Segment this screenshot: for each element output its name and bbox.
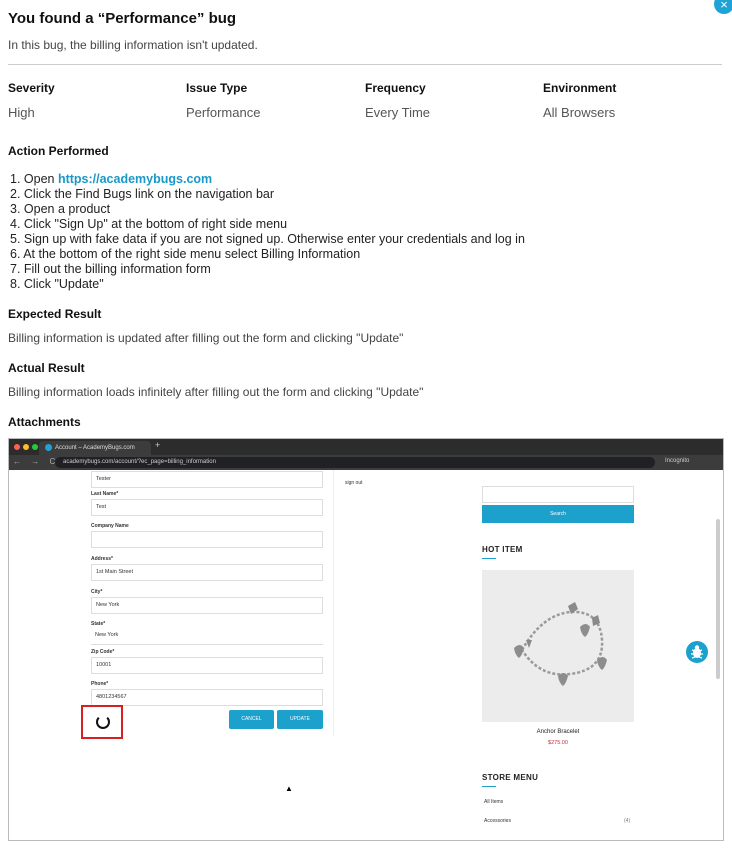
- field-label: Last Name*: [91, 491, 119, 497]
- action-heading: Action Performed: [8, 144, 109, 158]
- hot-item-heading: HOT ITEM: [482, 545, 523, 554]
- meta-label: Frequency: [365, 81, 426, 95]
- meta-issue-type: Issue Type Performance: [186, 81, 356, 120]
- cancel-button: CANCEL: [229, 710, 274, 729]
- bug-report-icon: [686, 641, 708, 663]
- window-close-dot: [14, 444, 20, 450]
- meta-value: High: [8, 105, 35, 120]
- step-item: 2. Click the Find Bugs link on the navig…: [10, 187, 275, 201]
- actual-text: Billing information loads infinitely aft…: [8, 385, 424, 399]
- field-input: 1st Main Street: [91, 564, 323, 581]
- mouse-cursor-icon: ▲: [285, 784, 293, 793]
- academybugs-link[interactable]: https://academybugs.com: [58, 172, 212, 186]
- field-input: New York: [91, 597, 323, 614]
- field-label: State*: [91, 621, 106, 627]
- favicon-icon: [45, 443, 52, 451]
- attachments-heading: Attachments: [8, 415, 81, 429]
- scrollbar: [716, 519, 720, 679]
- attachment-screenshot[interactable]: Account – AcademyBugs.com + ← → C academ…: [8, 438, 724, 841]
- new-tab-icon: +: [155, 440, 161, 450]
- bracelet-image: [482, 570, 634, 722]
- incognito-label: Incognito: [665, 458, 690, 464]
- meta-label: Issue Type: [186, 81, 248, 95]
- expected-text: Billing information is updated after fil…: [8, 331, 404, 345]
- column-divider: [333, 470, 334, 736]
- sign-out-link: sign out: [345, 480, 363, 486]
- close-button[interactable]: ×: [714, 0, 732, 14]
- step-item: 5. Sign up with fake data if you are not…: [10, 232, 525, 246]
- actual-heading: Actual Result: [8, 361, 85, 375]
- close-icon: ×: [720, 0, 728, 12]
- meta-value: Every Time: [365, 105, 431, 120]
- sidebar-search-button: Search: [482, 505, 634, 523]
- field-label: City*: [91, 589, 103, 595]
- store-menu-heading: STORE MENU: [482, 773, 539, 782]
- expected-heading: Expected Result: [8, 307, 102, 321]
- meta-label: Environment: [543, 81, 617, 95]
- product-price: $275.00: [548, 740, 568, 746]
- product-image: [482, 570, 634, 722]
- first-name-input: Tester: [91, 471, 323, 488]
- step-text: 1. Open: [10, 172, 58, 186]
- store-menu-count: (4): [624, 818, 631, 824]
- update-button: UPDATE: [277, 710, 323, 729]
- divider: [8, 64, 722, 65]
- nav-icons: ← → C: [13, 457, 60, 466]
- step-item: 4. Click "Sign Up" at the bottom of righ…: [10, 217, 288, 231]
- steps-list: 1. Open https://academybugs.com 2. Click…: [10, 172, 525, 292]
- product-name: Anchor Bracelet: [536, 729, 580, 735]
- sidebar-search-input: [482, 486, 634, 503]
- field-label: Company Name: [91, 523, 129, 529]
- step-item: 7. Fill out the billing information form: [10, 262, 211, 276]
- field-input: [91, 531, 323, 548]
- browser-tab-bar: Account – AcademyBugs.com +: [9, 439, 723, 455]
- loading-spinner-icon: [96, 715, 110, 729]
- store-menu-item: Accessories: [484, 818, 511, 824]
- meta-label: Severity: [8, 81, 55, 95]
- window-minimize-dot: [23, 444, 29, 450]
- url-field: academybugs.com/account/?ec_page=billing…: [55, 457, 655, 468]
- browser-tab: Account – AcademyBugs.com: [39, 441, 151, 455]
- store-menu-item: All Items: [484, 799, 504, 805]
- field-input: 10001: [91, 657, 323, 674]
- meta-frequency: Frequency Every Time: [365, 81, 535, 120]
- step-item: 6. At the bottom of the right side menu …: [10, 247, 361, 261]
- step-item: 1. Open https://academybugs.com: [10, 172, 525, 187]
- address-bar: ← → C academybugs.com/account/?ec_page=b…: [9, 455, 723, 470]
- loading-highlight: [81, 705, 123, 739]
- meta-value: Performance: [186, 105, 261, 120]
- page-subtitle: In this bug, the billing information isn…: [8, 38, 258, 52]
- field-label: Address*: [91, 556, 113, 562]
- step-item: 8. Click "Update": [10, 277, 104, 291]
- state-select: New York: [91, 628, 323, 645]
- field-label: Phone*: [91, 681, 109, 687]
- step-item: 3. Open a product: [10, 202, 111, 216]
- meta-value: All Browsers: [543, 105, 616, 120]
- meta-severity: Severity High: [8, 81, 178, 120]
- window-zoom-dot: [32, 444, 38, 450]
- heading-underline: [482, 786, 496, 787]
- page-title: You found a “Performance” bug: [8, 10, 237, 27]
- field-input: 4801234567: [91, 689, 323, 706]
- heading-underline: [482, 558, 496, 559]
- meta-environment: Environment All Browsers: [543, 81, 713, 120]
- tab-title: Account – AcademyBugs.com: [55, 445, 135, 451]
- field-label: Zip Code*: [91, 649, 115, 655]
- field-input: Test: [91, 499, 323, 516]
